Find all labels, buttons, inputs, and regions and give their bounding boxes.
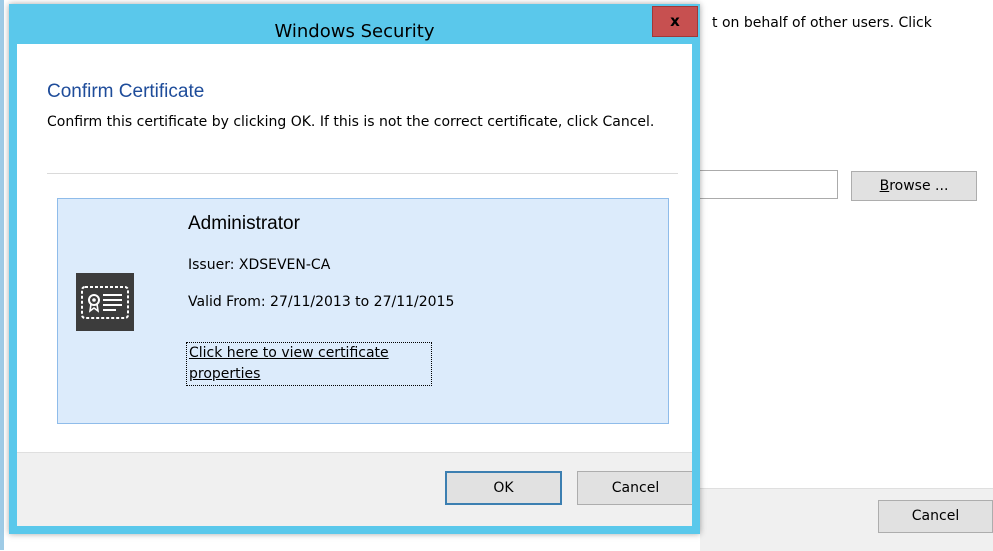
certificate-path-input[interactable] — [700, 170, 838, 199]
dialog-client-area: Confirm Certificate Confirm this certifi… — [17, 44, 692, 526]
dialog-heading: Confirm Certificate — [47, 81, 205, 102]
browse-button-rest: rowse ... — [889, 178, 949, 194]
windows-security-dialog: Windows Security x Confirm Certificate C… — [9, 4, 700, 534]
certificate-validity: Valid From: 27/11/2013 to 27/11/2015 — [188, 294, 455, 310]
view-certificate-properties-link[interactable]: Click here to view certificate propertie… — [186, 342, 432, 386]
close-icon: x — [670, 12, 680, 30]
certificate-card[interactable]: Administrator Issuer: XDSEVEN-CA Valid F… — [57, 198, 669, 424]
certificate-icon — [76, 273, 134, 331]
certificate-name: Administrator — [188, 213, 300, 234]
background-window-frame — [0, 0, 4, 550]
browse-button[interactable]: Browse ... — [851, 171, 977, 201]
ok-button[interactable]: OK — [445, 471, 562, 505]
browse-accelerator: B — [879, 178, 890, 194]
dialog-message: Confirm this certificate by clicking OK.… — [47, 114, 655, 130]
dialog-title: Windows Security — [274, 21, 435, 42]
certificate-issuer: Issuer: XDSEVEN-CA — [188, 257, 331, 273]
separator — [47, 173, 678, 174]
dialog-footer: OK Cancel — [17, 452, 692, 526]
close-button[interactable]: x — [652, 6, 698, 37]
cancel-button[interactable]: Cancel — [577, 471, 692, 505]
background-cancel-button[interactable]: Cancel — [878, 500, 993, 533]
background-instruction-text: t on behalf of other users. Click — [712, 15, 932, 31]
